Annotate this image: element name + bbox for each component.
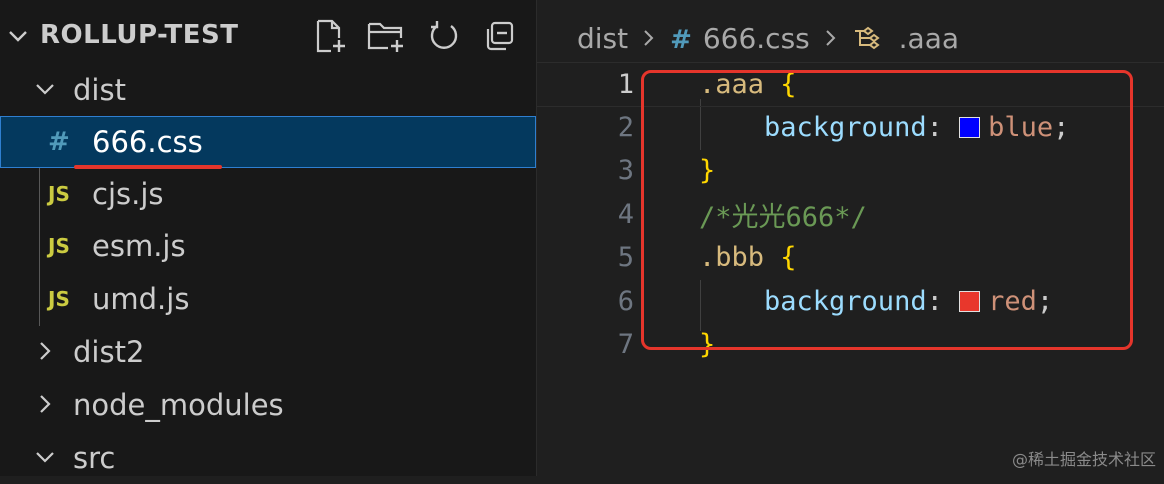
chevron-down-icon — [36, 84, 54, 95]
tree-item-label: src — [73, 441, 116, 475]
code-editor: dist # 666.css .aaa 1 .aaa {2 background:… — [537, 0, 1164, 476]
js-file-icon: JS — [48, 182, 70, 206]
js-file-icon: JS — [48, 287, 70, 311]
tree-file-cjs-js[interactable]: JS cjs.js — [0, 168, 536, 220]
tree-file-esm-js[interactable]: JS esm.js — [0, 220, 536, 272]
line-number: 5 — [617, 242, 634, 273]
chevron-right-icon — [40, 342, 51, 360]
watermark: @稀土掘金技术社区 — [1011, 450, 1156, 469]
line-number: 4 — [617, 198, 634, 230]
breadcrumb-symbol[interactable]: .aaa — [852, 22, 959, 55]
css-selector-symbol-icon — [854, 26, 880, 49]
tree-item-label: 666.css — [92, 125, 203, 159]
new-folder-icon — [367, 22, 403, 52]
tree-item-label: node_modules — [73, 388, 284, 422]
chevron-down-icon[interactable] — [4, 22, 32, 50]
tree-folder-src[interactable]: src — [0, 432, 536, 484]
new-folder-button[interactable] — [366, 16, 406, 56]
breadcrumb-symbol-label: .aaa — [898, 21, 960, 55]
tree-item-label: esm.js — [92, 229, 186, 263]
tree-folder-node-modules[interactable]: node_modules — [0, 379, 536, 431]
breadcrumb-file[interactable]: # 666.css — [670, 22, 810, 55]
breadcrumb-folder[interactable]: dist — [577, 22, 628, 55]
explorer-title: ROLLUP-TEST — [40, 20, 239, 50]
explorer-sidebar: ROLLUP-TEST dist # 666.css JS cjs.js JS … — [0, 0, 537, 476]
annotation-highlight-box — [641, 70, 1133, 350]
new-file-icon — [316, 19, 345, 53]
breadcrumb-file-label: 666.css — [702, 21, 810, 55]
line-number: 1 — [617, 69, 634, 100]
tree-item-label: dist — [73, 73, 126, 107]
chevron-right-icon — [644, 30, 654, 46]
line-number: 2 — [617, 111, 634, 143]
line-number: 7 — [617, 329, 634, 360]
tree-file-666-css[interactable]: # 666.css — [0, 116, 536, 168]
collapse-all-icon — [486, 21, 514, 51]
tree-item-label: cjs.js — [92, 177, 164, 211]
js-file-icon: JS — [48, 234, 70, 258]
collapse-all-button[interactable] — [480, 16, 520, 56]
css-file-icon: # — [670, 24, 692, 55]
new-file-button[interactable] — [310, 16, 350, 56]
tree-item-label: umd.js — [92, 282, 190, 316]
refresh-icon — [430, 21, 458, 49]
tree-folder-dist2[interactable]: dist2 — [0, 326, 536, 378]
chevron-right-icon — [40, 395, 51, 413]
line-number: 6 — [617, 285, 634, 317]
chevron-right-icon — [826, 30, 836, 46]
refresh-button[interactable] — [424, 16, 464, 56]
css-file-icon: # — [48, 127, 70, 157]
tree-file-umd-js[interactable]: JS umd.js — [0, 273, 536, 325]
tree-item-label: dist2 — [73, 335, 145, 369]
chevron-down-icon — [36, 452, 54, 463]
tree-folder-dist[interactable]: dist — [0, 64, 536, 116]
line-number: 3 — [617, 155, 634, 186]
breadcrumb: dist # 666.css .aaa — [577, 18, 959, 58]
explorer-header: ROLLUP-TEST — [0, 0, 536, 72]
